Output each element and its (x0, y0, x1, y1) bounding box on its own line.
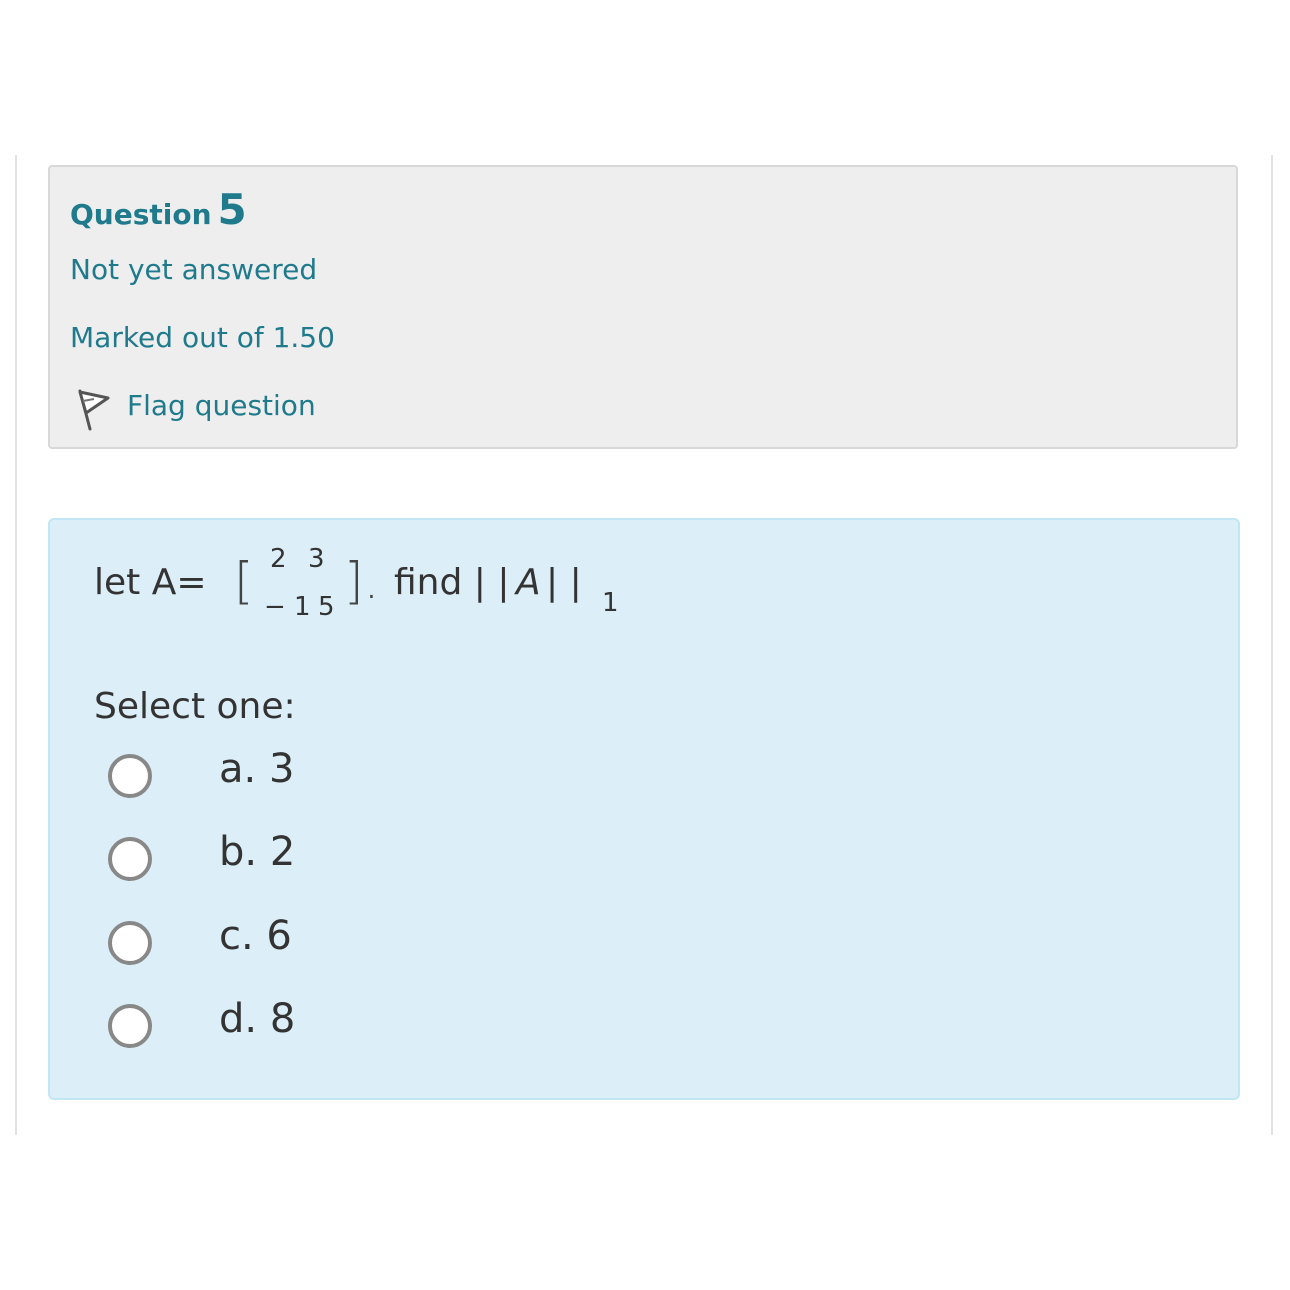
qtext-prefix: let A= (94, 562, 207, 603)
qtext-bars: | | (546, 562, 582, 603)
page-border-right (1271, 155, 1273, 1135)
option-label: b. 2 (219, 829, 296, 875)
radio-button[interactable] (108, 837, 152, 881)
option-d[interactable]: d. 8 (106, 996, 506, 1056)
qtext-subscript: 1 (602, 588, 619, 618)
option-label: c. 6 (219, 913, 292, 959)
option-label: d. 8 (219, 996, 296, 1042)
question-title-word: Question (70, 198, 212, 231)
question-grade: Marked out of 1.50 (70, 321, 335, 354)
matrix-cell-r2c1: − 1 (264, 592, 311, 622)
page-border-left (15, 155, 17, 1135)
qtext-find: find | | (394, 562, 510, 603)
flag-icon (72, 387, 112, 431)
option-c[interactable]: c. 6 (106, 913, 506, 973)
matrix-cell-r2c2: 5 (318, 592, 335, 622)
select-one-prompt: Select one: (94, 686, 296, 727)
question-text: let A= [ 2 3 − 1 5 ]. find | | A | | 1 (94, 540, 794, 640)
matrix-bracket-close: ]. (344, 552, 380, 610)
option-label: a. 3 (219, 746, 295, 792)
qtext-var: A (516, 562, 541, 603)
radio-button[interactable] (108, 1004, 152, 1048)
question-title: Question 5 (70, 185, 247, 234)
radio-button[interactable] (108, 921, 152, 965)
matrix-cell-r1c2: 3 (308, 544, 325, 574)
question-state: Not yet answered (70, 253, 318, 286)
radio-button[interactable] (108, 754, 152, 798)
option-b[interactable]: b. 2 (106, 829, 506, 889)
question-content-panel: let A= [ 2 3 − 1 5 ]. find | | A | | 1 S… (48, 518, 1240, 1100)
option-a[interactable]: a. 3 (106, 746, 506, 806)
question-number: 5 (217, 185, 247, 234)
flag-question-label: Flag question (127, 389, 316, 422)
matrix-cell-r1c1: 2 (270, 544, 287, 574)
question-info-panel: Question 5 Not yet answered Marked out of… (48, 165, 1238, 449)
matrix-bracket-open: [ (234, 552, 254, 610)
flag-question-link[interactable]: Flag question (70, 387, 350, 431)
